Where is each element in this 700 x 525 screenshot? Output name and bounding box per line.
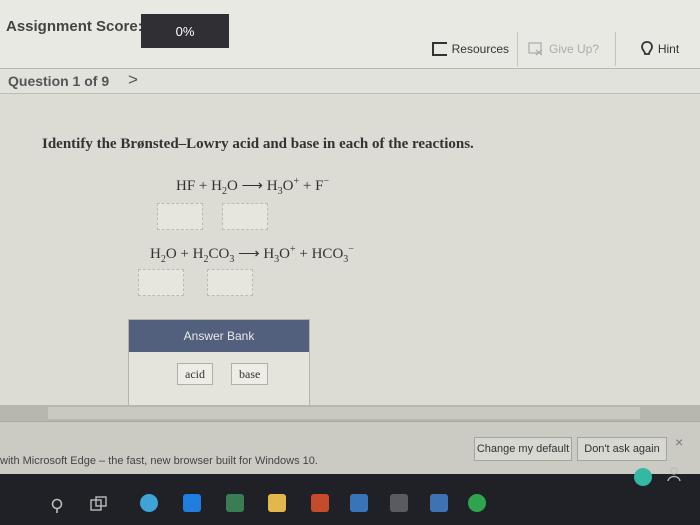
hint-button[interactable]: Hint xyxy=(620,32,700,66)
dropbox-icon[interactable] xyxy=(183,494,201,512)
give-up-icon xyxy=(528,42,543,56)
photos-icon[interactable] xyxy=(226,494,244,512)
search-icon[interactable] xyxy=(50,498,64,514)
give-up-button[interactable]: Give Up? xyxy=(520,32,616,66)
reaction-1-hf-drop-zone[interactable] xyxy=(157,203,203,230)
tray-app-icon[interactable] xyxy=(634,468,652,486)
hint-label: Hint xyxy=(657,42,680,56)
reaction-1-water-drop-zone[interactable] xyxy=(222,203,268,230)
notification-text: with Microsoft Edge – the fast, new brow… xyxy=(0,455,318,467)
folder-icon xyxy=(432,42,447,56)
assignment-header: Assignment Score: 0% Resources Give Up? … xyxy=(0,0,700,69)
assignment-score-value: 0% xyxy=(141,14,229,48)
edge-notification-bar: with Microsoft Edge – the fast, new brow… xyxy=(0,421,700,475)
answer-bank-title: Answer Bank xyxy=(129,320,309,352)
spotify-icon[interactable] xyxy=(468,494,486,512)
horizontal-scrollbar[interactable] xyxy=(0,405,700,421)
app-icon[interactable] xyxy=(430,494,448,512)
dont-ask-again-button[interactable]: Don't ask again xyxy=(577,437,667,461)
edge-icon[interactable] xyxy=(140,494,158,512)
task-view-icon[interactable] xyxy=(90,496,108,512)
file-explorer-icon[interactable] xyxy=(268,494,286,512)
people-tray-icon[interactable] xyxy=(666,466,682,482)
answer-chip-acid[interactable]: acid xyxy=(177,363,213,385)
change-default-button[interactable]: Change my default xyxy=(474,437,572,461)
resources-button[interactable]: Resources xyxy=(424,32,518,66)
question-content: Identify the Brønsted–Lowry acid and bas… xyxy=(0,94,700,413)
reaction-2-water-drop-zone[interactable] xyxy=(138,269,184,296)
media-player-icon[interactable] xyxy=(311,494,329,512)
people-icon[interactable] xyxy=(390,494,408,512)
reaction-2-carbonic-acid-drop-zone[interactable] xyxy=(207,269,253,296)
next-question-arrow-icon[interactable]: > xyxy=(128,70,138,90)
assignment-score-label: Assignment Score: xyxy=(6,18,143,35)
scrollbar-thumb[interactable] xyxy=(48,407,640,419)
give-up-label: Give Up? xyxy=(549,42,600,56)
question-prompt: Identify the Brønsted–Lowry acid and bas… xyxy=(42,136,474,152)
windows-taskbar xyxy=(0,467,700,525)
resources-label: Resources xyxy=(451,42,509,56)
question-nav: Question 1 of 9 > xyxy=(0,69,700,94)
reaction-2: H2O + H2CO3 ⟶ H3O+ + HCO3− xyxy=(150,244,354,265)
close-icon[interactable]: × xyxy=(675,434,683,450)
mail-icon[interactable] xyxy=(350,494,368,512)
answer-bank: Answer Bank acid base xyxy=(128,319,310,413)
question-counter: Question 1 of 9 xyxy=(8,73,110,89)
reaction-1: HF + H2O ⟶ H3O+ + F− xyxy=(176,176,330,197)
answer-chip-base[interactable]: base xyxy=(231,363,269,385)
lightbulb-icon xyxy=(640,41,653,55)
